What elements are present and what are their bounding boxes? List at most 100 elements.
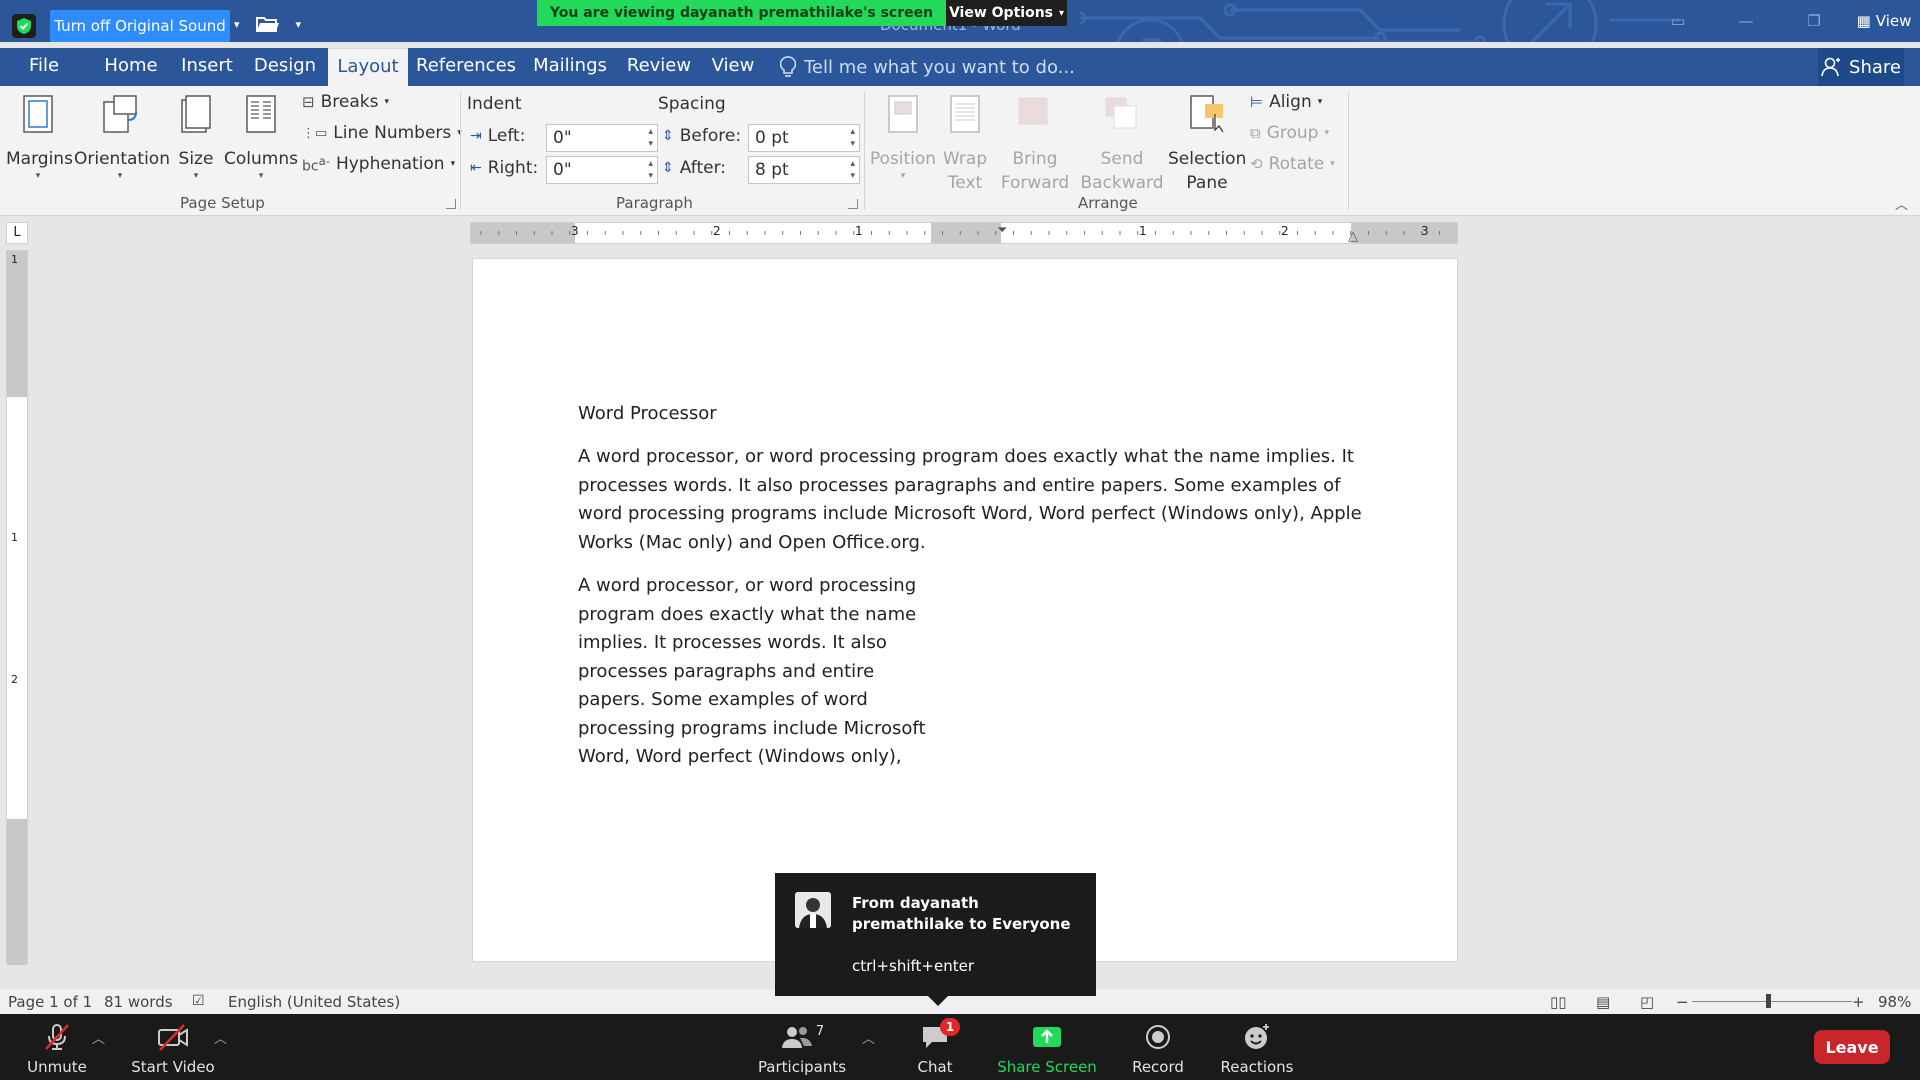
send-label-1: Send: [1100, 149, 1144, 169]
spacing-before-input[interactable]: 0 pt: [748, 124, 860, 152]
view-btn-label: View: [1875, 12, 1912, 30]
size-button[interactable]: Size ▾: [172, 92, 220, 181]
group-button[interactable]: ⧉ Group ▾: [1250, 123, 1329, 143]
bring-forward-button[interactable]: Bring Forward: [996, 92, 1074, 195]
turn-off-original-sound-button[interactable]: Turn off Original Sound: [50, 10, 230, 42]
position-icon: [888, 95, 918, 133]
tab-view[interactable]: View: [706, 48, 760, 86]
align-button[interactable]: ⊨ Align ▾: [1250, 92, 1322, 112]
tab-insert[interactable]: Insert: [176, 48, 238, 86]
record-button[interactable]: Record: [1118, 1022, 1198, 1076]
video-off-icon: [158, 1024, 188, 1051]
tab-mailings[interactable]: Mailings: [528, 48, 612, 86]
tab-design[interactable]: Design: [248, 48, 322, 86]
restore-icon[interactable]: ❐: [1780, 12, 1848, 30]
print-layout-icon[interactable]: ▤: [1596, 993, 1610, 1011]
word-count[interactable]: 81 words: [104, 993, 173, 1011]
document-paragraph-2[interactable]: A word processor, or word processing pro…: [578, 572, 926, 772]
minimize-icon[interactable]: —: [1712, 12, 1780, 30]
open-folder-icon[interactable]: [255, 14, 280, 34]
line-numbers-label: Line Numbers: [333, 123, 452, 143]
share-screen-icon: [1033, 1027, 1061, 1047]
send-backward-button[interactable]: Send Backward: [1078, 92, 1166, 195]
unmute-button[interactable]: Unmute: [22, 1022, 92, 1076]
web-layout-icon[interactable]: ◰: [1640, 993, 1654, 1011]
participants-caret-icon[interactable]: ︿: [862, 1028, 875, 1047]
tab-references[interactable]: References: [416, 48, 516, 86]
horizontal-ruler[interactable]: 3 2 1 1 2 3 ⏷ △: [470, 222, 1458, 244]
read-mode-icon[interactable]: ▯▯: [1550, 993, 1567, 1011]
share-button[interactable]: Share: [1818, 48, 1904, 86]
indent-right-input[interactable]: 0": [546, 156, 658, 184]
rotate-button[interactable]: ⟲ Rotate ▾: [1250, 154, 1335, 174]
share-screen-button[interactable]: Share Screen: [994, 1022, 1100, 1076]
share-label: Share: [1849, 56, 1901, 78]
leave-button[interactable]: Leave: [1814, 1030, 1890, 1064]
document-heading[interactable]: Word Processor: [578, 400, 717, 429]
chevron-down-icon: ▾: [1330, 159, 1335, 169]
zoom-out-button[interactable]: −: [1676, 993, 1689, 1011]
page-size-icon: [181, 95, 211, 133]
selection-label-1: Selection: [1168, 149, 1247, 169]
document-paragraph-1[interactable]: A word processor, or word processing pro…: [578, 443, 1368, 557]
zoom-slider-track[interactable]: [1692, 1001, 1852, 1002]
tell-me-placeholder: Tell me what you want to do...: [804, 56, 1075, 78]
customize-toolbar-icon[interactable]: ▾: [296, 18, 302, 31]
indent-right-label: ⇤ Right:: [470, 158, 538, 178]
columns-button[interactable]: Columns ▾: [224, 92, 298, 181]
line-numbers-button[interactable]: ⋮▭ Line Numbers ▾: [302, 123, 462, 143]
chat-notification-popup[interactable]: From dayanath premathilake to Everyone c…: [775, 873, 1096, 1006]
ribbon-display-options-icon[interactable]: ▭: [1644, 12, 1712, 30]
paragraph-dialog-launcher-icon[interactable]: [848, 199, 858, 209]
bring-label-2: Forward: [1000, 173, 1070, 193]
document-page[interactable]: Word Processor A word processor, or word…: [472, 258, 1458, 962]
margins-button[interactable]: Margins ▾: [6, 92, 73, 181]
collapse-ribbon-icon[interactable]: ︿: [1895, 194, 1908, 213]
first-line-indent-marker-icon[interactable]: ⏷: [997, 223, 1007, 238]
vertical-ruler[interactable]: 1 1 2: [6, 250, 28, 965]
meeting-controls-bar: Unmute ︿ Start Video ︿ 7 Participants ︿ …: [0, 1014, 1920, 1080]
selection-pane-button[interactable]: Selection Pane: [1168, 92, 1246, 195]
view-options-label: View Options: [948, 5, 1053, 21]
zoom-in-button[interactable]: +: [1852, 993, 1865, 1011]
audio-options-caret-icon[interactable]: ︿: [92, 1028, 105, 1047]
chat-button[interactable]: Chat: [900, 1022, 970, 1076]
ruler-label: 2: [713, 224, 721, 238]
indent-left-input[interactable]: 0": [546, 124, 658, 152]
video-options-caret-icon[interactable]: ︿: [214, 1028, 227, 1047]
participants-button[interactable]: 7 Participants: [756, 1022, 848, 1077]
tab-home[interactable]: Home: [96, 48, 166, 86]
security-shield-icon[interactable]: [12, 14, 36, 38]
orientation-button[interactable]: Orientation ▾: [74, 92, 170, 181]
reactions-button[interactable]: Reactions: [1212, 1022, 1302, 1076]
wrap-text-button[interactable]: Wrap Text: [938, 92, 992, 195]
start-video-label: Start Video: [131, 1058, 215, 1076]
send-backward-icon: [1105, 97, 1137, 129]
position-button[interactable]: Position ▾: [868, 92, 938, 181]
breaks-button[interactable]: ⊟ Breaks ▾: [302, 92, 389, 112]
ruler-label: 1: [855, 224, 863, 238]
tab-file[interactable]: File: [20, 48, 68, 86]
tab-selector-icon[interactable]: L: [6, 222, 28, 244]
spacing-before-icon: ⇕: [662, 128, 674, 144]
view-options-button[interactable]: View Options ▾: [946, 0, 1067, 26]
tell-me-search[interactable]: Tell me what you want to do...: [780, 56, 1075, 78]
spacing-before-label: ⇕ Before:: [662, 126, 741, 146]
zoom-slider-thumb[interactable]: [1766, 994, 1771, 1008]
zoom-view-button[interactable]: ▦ View: [1848, 12, 1920, 30]
right-indent-marker-icon[interactable]: △: [1348, 229, 1358, 244]
page-count[interactable]: Page 1 of 1: [8, 993, 92, 1011]
zoom-percent[interactable]: 98%: [1878, 993, 1911, 1011]
wrap-text-icon: [950, 95, 980, 133]
tab-review[interactable]: Review: [624, 48, 694, 86]
participants-icon: [781, 1027, 812, 1048]
hyphenation-button[interactable]: bca- Hyphenation ▾: [302, 154, 455, 175]
page-setup-dialog-launcher-icon[interactable]: [446, 199, 456, 209]
language[interactable]: English (United States): [228, 993, 400, 1011]
start-video-button[interactable]: Start Video: [130, 1022, 216, 1076]
tab-layout[interactable]: Layout: [328, 48, 408, 86]
redo-dropdown-icon[interactable]: ▾: [234, 18, 240, 31]
proofing-icon[interactable]: ☑: [192, 993, 205, 1009]
spacing-after-input[interactable]: 8 pt: [748, 156, 860, 184]
chevron-down-icon: ▾: [1324, 128, 1330, 138]
